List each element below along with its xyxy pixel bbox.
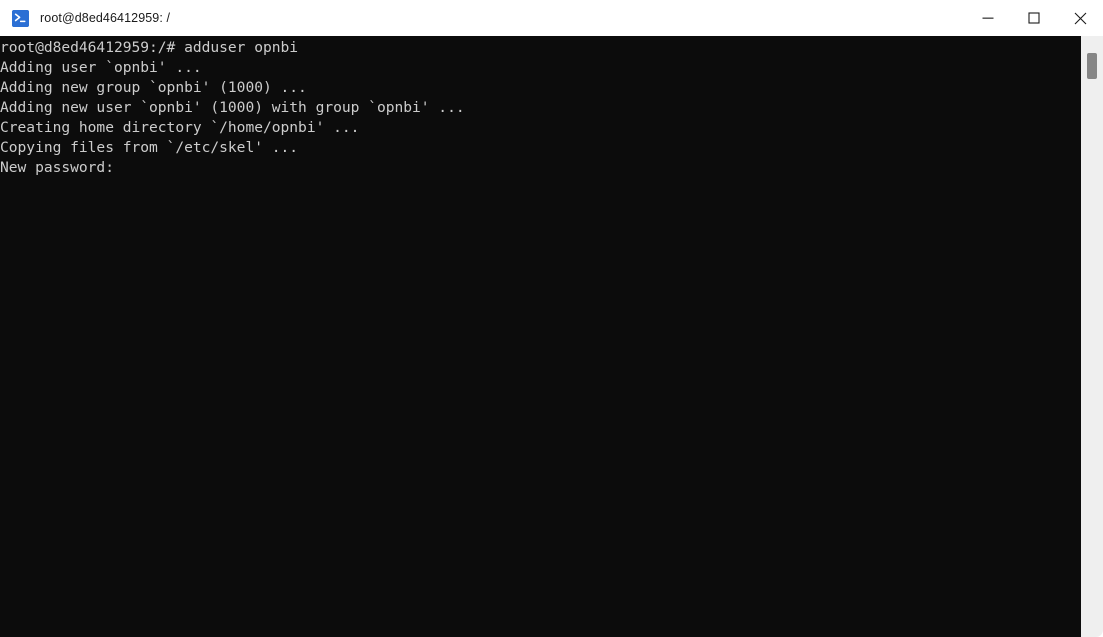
terminal-line: Creating home directory `/home/opnbi' ..… (0, 119, 360, 136)
terminal-line: Copying files from `/etc/skel' ... (0, 139, 299, 156)
title-bar-left: root@d8ed46412959: / (0, 0, 170, 36)
window-controls (965, 0, 1103, 36)
maximize-icon (1028, 12, 1040, 24)
scrollbar-thumb[interactable] (1087, 53, 1097, 79)
terminal-line: Adding user `opnbi' ... (0, 59, 202, 76)
terminal-line: root@d8ed46412959:/# adduser opnbi (0, 39, 299, 56)
terminal-text: root@d8ed46412959:/# adduser opnbi Adding… (0, 38, 465, 178)
maximize-button[interactable] (1011, 0, 1057, 36)
terminal-window: root@d8ed46412959: / root@d8ed46412959:/… (0, 0, 1103, 637)
terminal-line-prompt-password: New password: (0, 159, 114, 176)
minimize-icon (982, 17, 994, 19)
window-title: root@d8ed46412959: / (40, 11, 171, 25)
close-button[interactable] (1057, 0, 1103, 36)
title-bar[interactable]: root@d8ed46412959: / (0, 0, 1103, 36)
terminal-line: Adding new user `opnbi' (1000) with grou… (0, 99, 465, 116)
terminal-line: Adding new group `opnbi' (1000) ... (0, 79, 307, 96)
title-bar-spacer (170, 0, 965, 36)
close-icon (1074, 12, 1086, 24)
minimize-button[interactable] (965, 0, 1011, 36)
terminal-prompt-icon (12, 9, 29, 27)
vertical-scrollbar[interactable] (1081, 36, 1103, 637)
terminal-output-area[interactable]: root@d8ed46412959:/# adduser opnbi Adding… (0, 36, 1081, 637)
